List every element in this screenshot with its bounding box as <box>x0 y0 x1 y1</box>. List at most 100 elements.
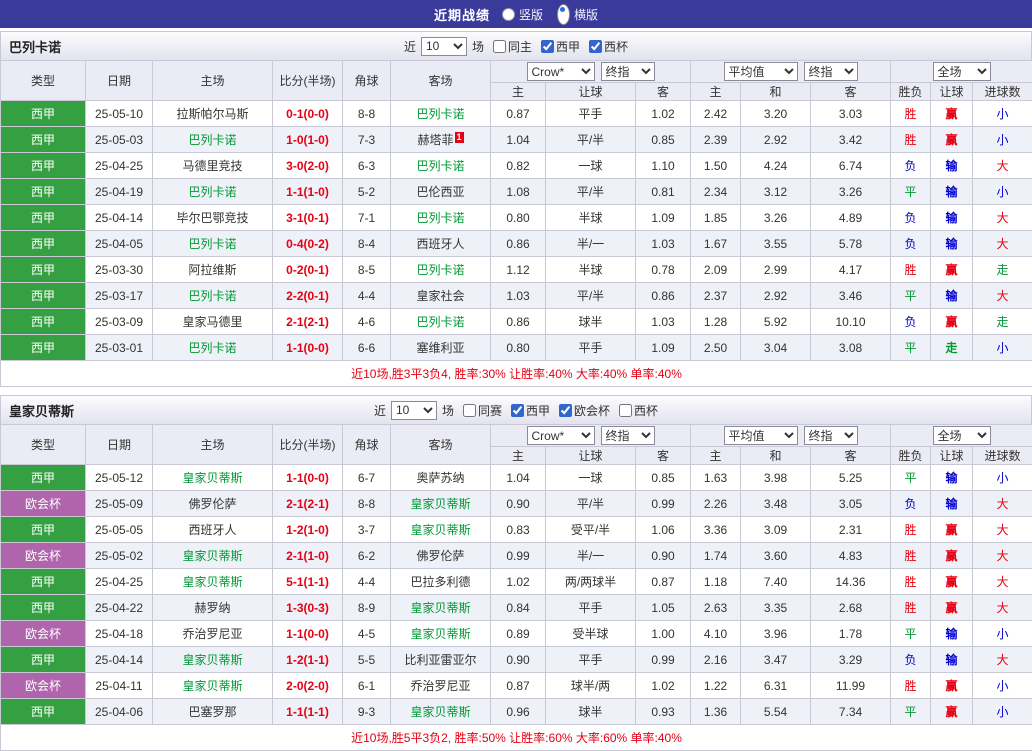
competition-checkbox[interactable] <box>589 40 602 53</box>
home-team-cell[interactable]: 巴塞罗那 <box>153 699 273 725</box>
competition-filter[interactable]: 西甲 <box>541 38 580 55</box>
competition-checkbox[interactable] <box>463 404 476 417</box>
away-team-cell[interactable]: 塞维利亚 <box>391 335 491 361</box>
competition-filter[interactable]: 西甲 <box>511 402 550 419</box>
away-team-cell[interactable]: 佛罗伦萨 <box>391 543 491 569</box>
competition-filter[interactable]: 同赛 <box>463 402 502 419</box>
away-team-cell[interactable]: 赫塔菲1 <box>391 127 491 153</box>
sub-col-header: 主 <box>491 83 546 101</box>
home-team-cell[interactable]: 佛罗伦萨 <box>153 491 273 517</box>
home-team-cell[interactable]: 巴列卡诺 <box>153 231 273 257</box>
home-team-cell[interactable]: 乔治罗尼亚 <box>153 621 273 647</box>
avg-stage-select[interactable]: 终指 <box>804 426 858 445</box>
scope-select[interactable]: 全场 <box>933 426 991 445</box>
avg-stage-select[interactable]: 终指 <box>804 62 858 81</box>
away-team-cell[interactable]: 巴伦西亚 <box>391 179 491 205</box>
competition-filter[interactable]: 同主 <box>493 38 532 55</box>
goals-result-cell: 小 <box>973 673 1032 699</box>
home-team-cell[interactable]: 西班牙人 <box>153 517 273 543</box>
goals-result-cell: 小 <box>973 465 1032 491</box>
average-select[interactable]: 平均值 <box>724 62 798 81</box>
away-team-cell[interactable]: 皇家贝蒂斯 <box>391 595 491 621</box>
score-cell: 1-0(1-0) <box>273 127 343 153</box>
sub-col-header: 客 <box>636 83 691 101</box>
date-cell: 25-04-14 <box>86 205 153 231</box>
home-team-cell[interactable]: 阿拉维斯 <box>153 257 273 283</box>
odds-stage-select[interactable]: 终指 <box>601 426 655 445</box>
home-team-cell[interactable]: 巴列卡诺 <box>153 335 273 361</box>
sub-col-header: 让球 <box>546 83 636 101</box>
away-team-cell[interactable]: 皇家贝蒂斯 <box>391 517 491 543</box>
competition-filter[interactable]: 欧会杯 <box>559 402 610 419</box>
home-team-name: 巴列卡诺 <box>188 133 236 147</box>
page-title: 近期战绩 <box>434 5 490 24</box>
home-team-cell[interactable]: 毕尔巴鄂竞技 <box>153 205 273 231</box>
match-row: 西甲25-04-19巴列卡诺1-1(1-0)5-2巴伦西亚1.08平/半0.81… <box>1 179 1032 205</box>
competition-checkbox[interactable] <box>511 404 524 417</box>
score-cell: 1-1(0-0) <box>273 621 343 647</box>
away-team-cell[interactable]: 巴列卡诺 <box>391 153 491 179</box>
home-team-cell[interactable]: 拉斯帕尔马斯 <box>153 101 273 127</box>
home-team-cell[interactable]: 巴列卡诺 <box>153 179 273 205</box>
layout-radio-0[interactable]: 竖版 <box>502 4 543 25</box>
league-cell: 西甲 <box>1 257 86 283</box>
scope-select[interactable]: 全场 <box>933 62 991 81</box>
away-team-name: 巴列卡诺 <box>416 159 464 173</box>
away-team-cell[interactable]: 西班牙人 <box>391 231 491 257</box>
odds-away-cell: 0.78 <box>636 257 691 283</box>
avg-home-cell: 1.18 <box>691 569 741 595</box>
recent-label: 近 <box>374 402 386 419</box>
home-team-cell[interactable]: 皇家贝蒂斯 <box>153 465 273 491</box>
avg-home-cell: 2.09 <box>691 257 741 283</box>
handicap-cell: 球半 <box>546 699 636 725</box>
home-team-cell[interactable]: 赫罗纳 <box>153 595 273 621</box>
home-team-cell[interactable]: 巴列卡诺 <box>153 283 273 309</box>
away-team-cell[interactable]: 巴拉多利德 <box>391 569 491 595</box>
competition-checkbox[interactable] <box>559 404 572 417</box>
competition-filter[interactable]: 西杯 <box>589 38 628 55</box>
recent-count-select[interactable]: 10 <box>421 37 467 56</box>
red-card-badge: 1 <box>455 132 464 143</box>
recent-count-select[interactable]: 10 <box>391 401 437 420</box>
away-team-cell[interactable]: 皇家贝蒂斯 <box>391 491 491 517</box>
away-team-cell[interactable]: 巴列卡诺 <box>391 101 491 127</box>
home-team-cell[interactable]: 皇家马德里 <box>153 309 273 335</box>
layout-radio-1[interactable]: 横版 <box>557 4 598 25</box>
home-team-name: 皇家贝蒂斯 <box>182 653 242 667</box>
average-select[interactable]: 平均值 <box>724 426 798 445</box>
competition-checkbox[interactable] <box>619 404 632 417</box>
goals-result-cell: 大 <box>973 491 1032 517</box>
avg-home-cell: 2.42 <box>691 101 741 127</box>
away-team-cell[interactable]: 奥萨苏纳 <box>391 465 491 491</box>
competition-checkbox[interactable] <box>493 40 506 53</box>
col-header-away: 客场 <box>391 425 491 465</box>
avg-home-cell: 2.16 <box>691 647 741 673</box>
away-team-cell[interactable]: 比利亚雷亚尔 <box>391 647 491 673</box>
competition-filter[interactable]: 西杯 <box>619 402 658 419</box>
away-team-cell[interactable]: 乔治罗尼亚 <box>391 673 491 699</box>
avg-away-cell: 4.89 <box>811 205 891 231</box>
home-team-cell[interactable]: 马德里竞技 <box>153 153 273 179</box>
competition-checkbox[interactable] <box>541 40 554 53</box>
away-team-cell[interactable]: 皇家贝蒂斯 <box>391 621 491 647</box>
radio-icon <box>502 8 515 21</box>
bookmaker-select[interactable]: Crow* <box>527 62 595 81</box>
away-team-cell[interactable]: 巴列卡诺 <box>391 257 491 283</box>
away-team-cell[interactable]: 皇家社会 <box>391 283 491 309</box>
result-cell: 平 <box>891 283 931 309</box>
odds-stage-select[interactable]: 终指 <box>601 62 655 81</box>
home-team-cell[interactable]: 皇家贝蒂斯 <box>153 543 273 569</box>
away-team-cell[interactable]: 皇家贝蒂斯 <box>391 699 491 725</box>
corner-cell: 6-1 <box>343 673 391 699</box>
away-team-cell[interactable]: 巴列卡诺 <box>391 309 491 335</box>
home-team-cell[interactable]: 皇家贝蒂斯 <box>153 673 273 699</box>
home-team-cell[interactable]: 皇家贝蒂斯 <box>153 569 273 595</box>
odds-select-cell: Crow* 终指 <box>491 425 691 447</box>
bookmaker-select[interactable]: Crow* <box>527 426 595 445</box>
league-cell: 西甲 <box>1 179 86 205</box>
odds-home-cell: 0.84 <box>491 595 546 621</box>
home-team-cell[interactable]: 巴列卡诺 <box>153 127 273 153</box>
score-cell: 1-1(0-0) <box>273 335 343 361</box>
away-team-cell[interactable]: 巴列卡诺 <box>391 205 491 231</box>
home-team-cell[interactable]: 皇家贝蒂斯 <box>153 647 273 673</box>
